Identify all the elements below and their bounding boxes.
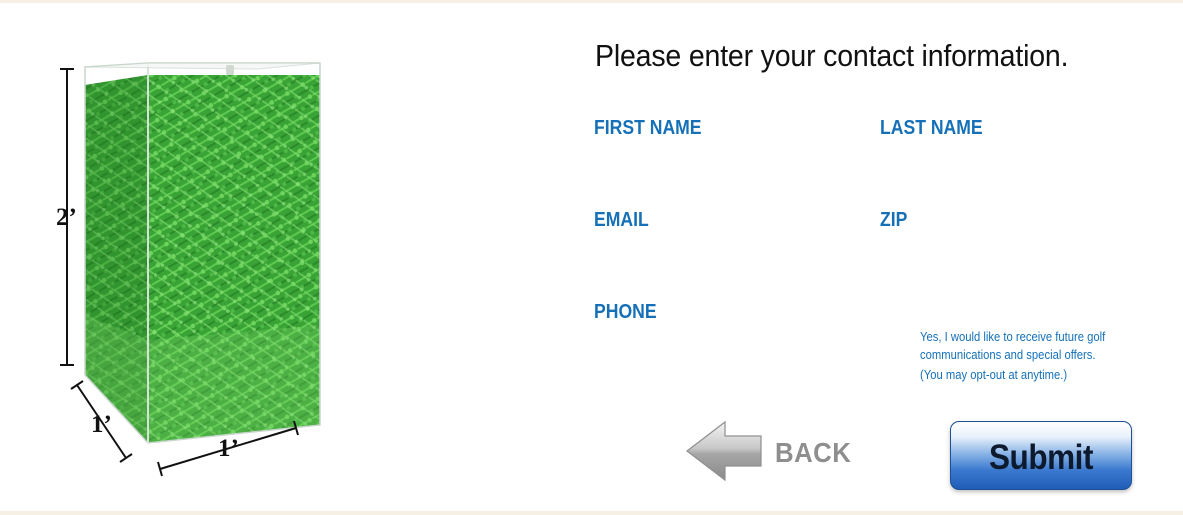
first-name-input[interactable] [592,146,846,174]
product-image: 2’ 1’ 1’ [40,55,330,485]
back-label: BACK [775,437,852,468]
phone-label: PHONE [594,301,657,323]
email-input[interactable] [592,238,846,266]
depth-label: 1’ [91,411,112,438]
submit-button[interactable]: Submit [950,421,1132,490]
arrow-left-icon [686,420,762,482]
zip-label: ZIP [880,209,908,231]
email-label: EMAIL [594,209,649,231]
optin-text[interactable]: Yes, I would like to receive future golf… [920,328,1160,382]
bottom-border [0,511,1183,515]
phone-input[interactable] [592,330,846,358]
last-name-label: LAST NAME [880,117,983,139]
submit-label: Submit [988,438,1094,477]
first-name-label: FIRST NAME [594,117,702,139]
optin-line1: Yes, I would like to receive future golf… [920,330,1106,362]
back-button[interactable]: BACK [685,420,860,482]
tee-box-illustration [60,62,321,477]
zip-input[interactable] [878,238,1142,266]
optin-line2: (You may opt-out at anytime.) [920,368,1068,382]
width-label: 1’ [218,435,239,462]
last-name-input[interactable] [878,146,1142,174]
top-border [0,0,1183,3]
page-title: Please enter your contact information. [595,38,1069,73]
height-label: 2’ [56,204,77,231]
